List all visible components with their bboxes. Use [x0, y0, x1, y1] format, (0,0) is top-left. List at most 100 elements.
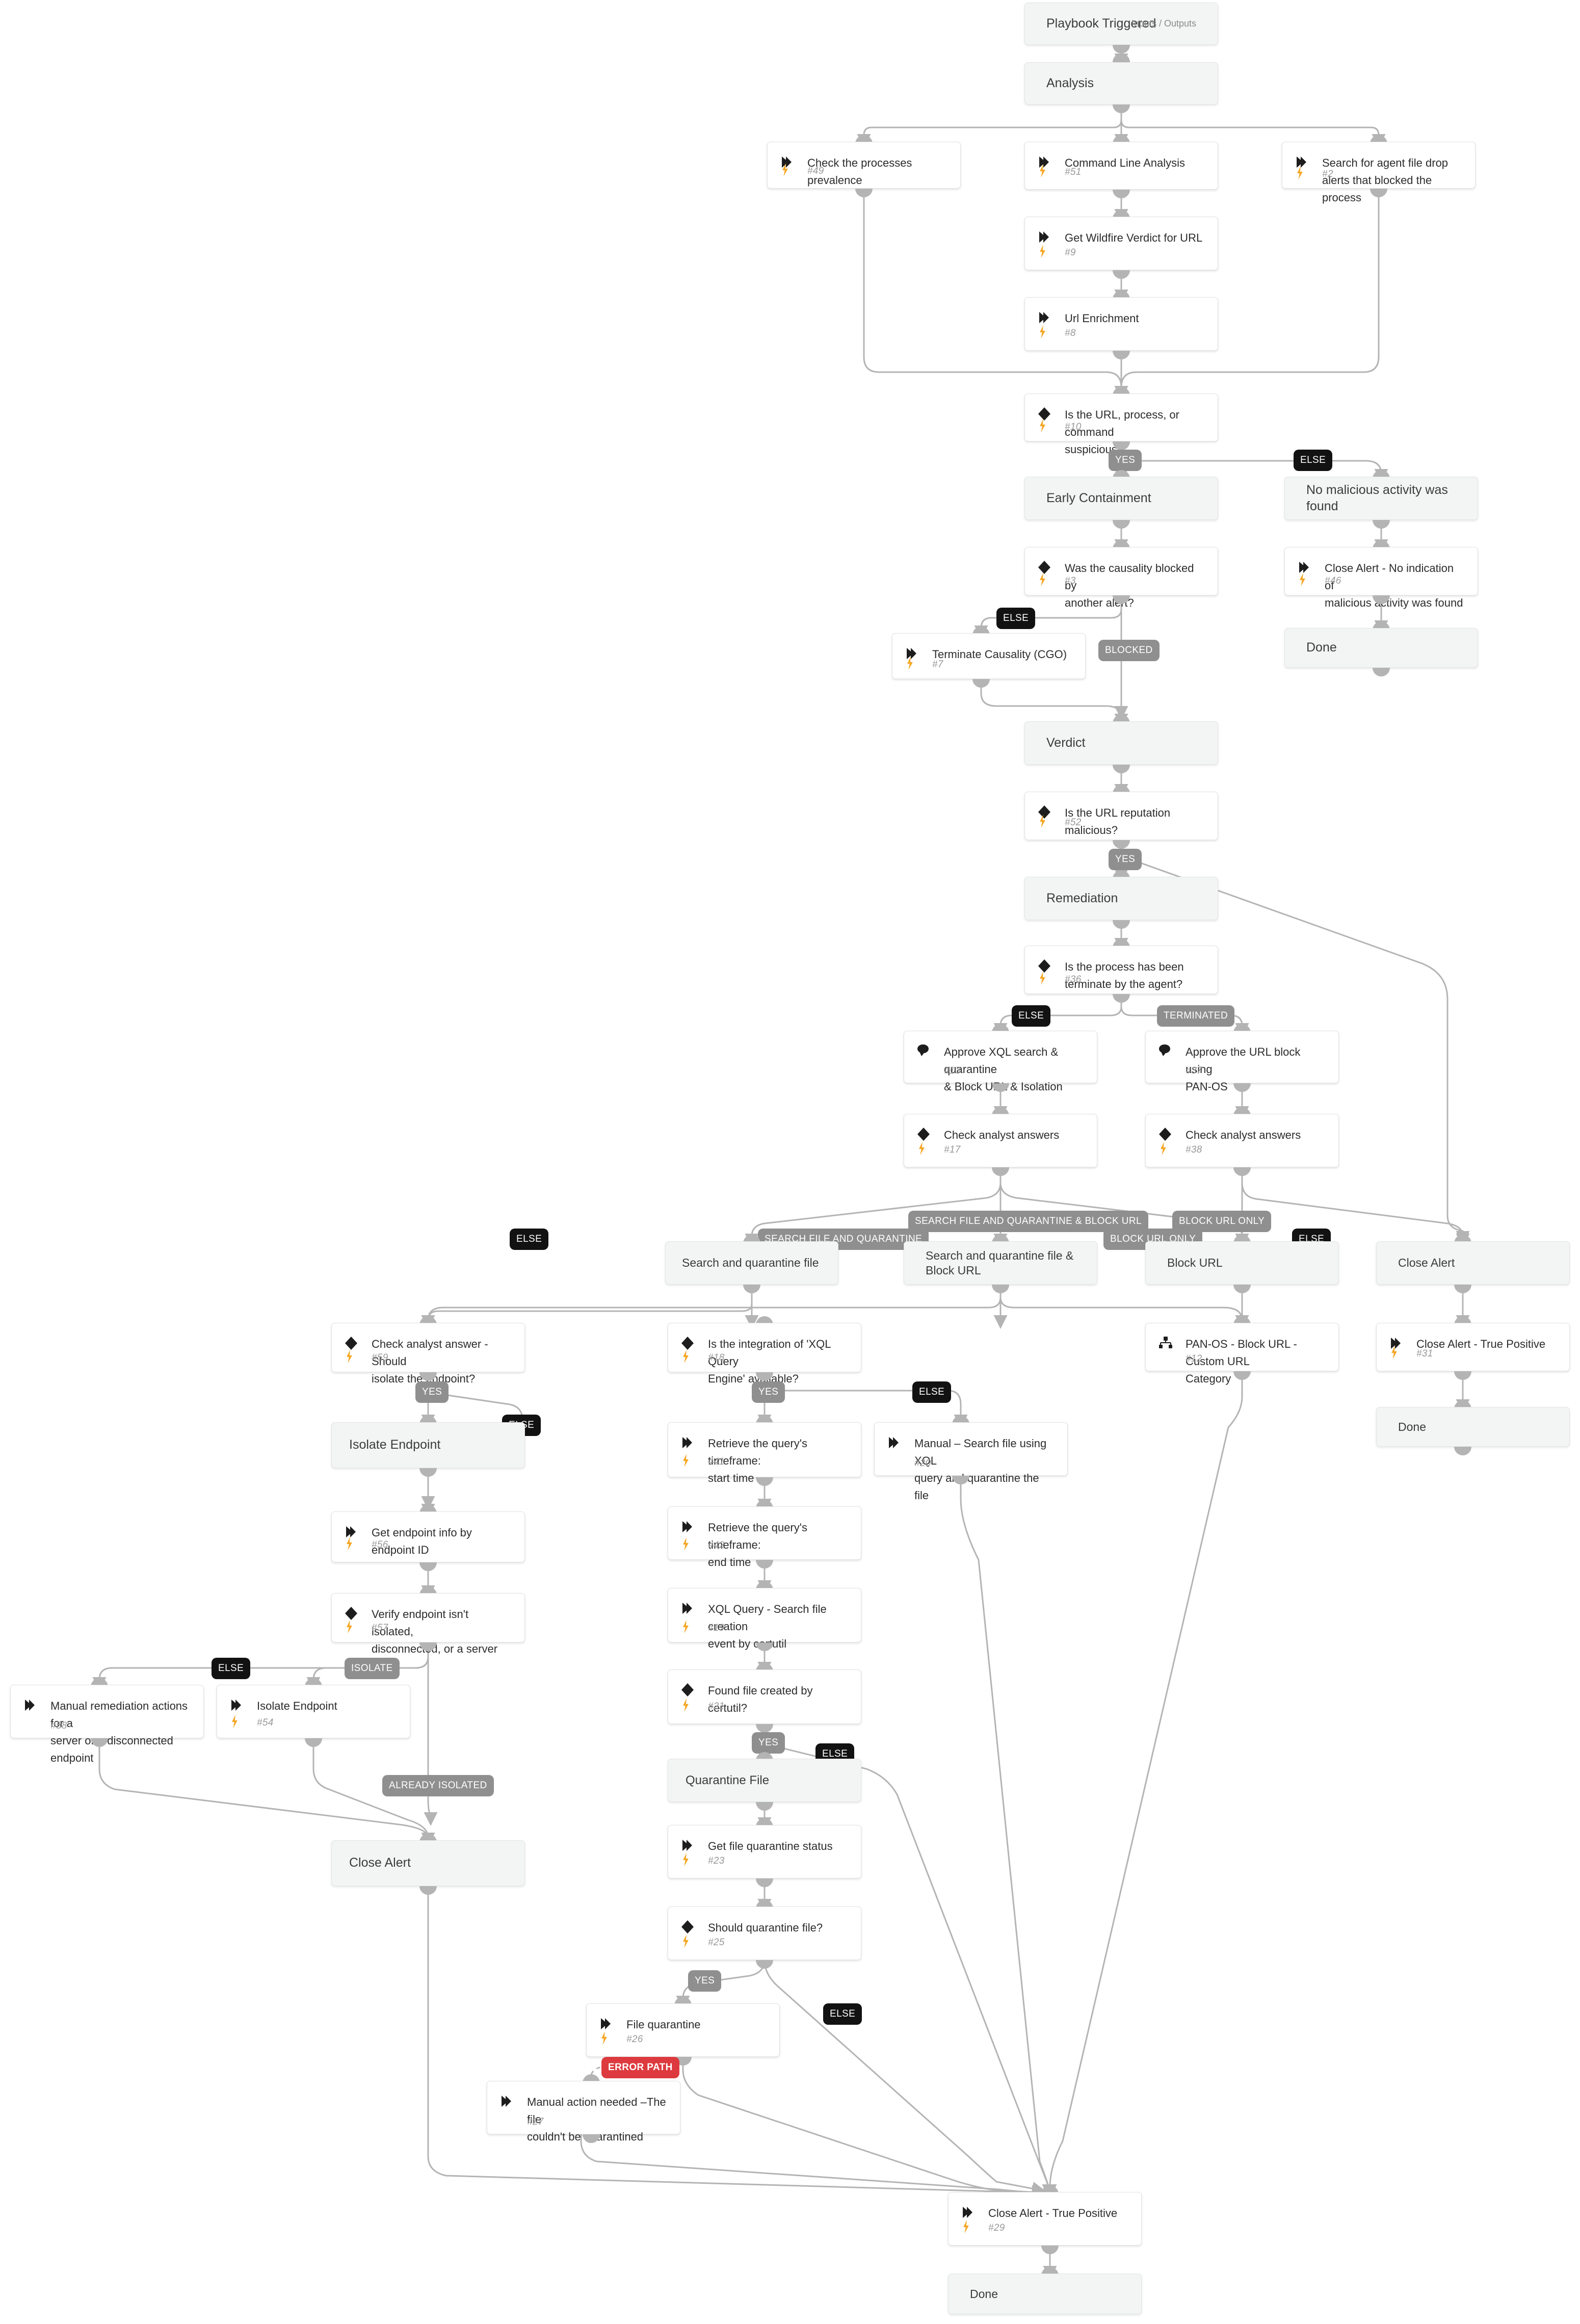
node-no-malicious-activity[interactable]: No malicious activity was found	[1284, 477, 1478, 520]
node-id: #49	[807, 165, 824, 176]
node-title: Search and quarantine file & Block URL	[926, 1248, 1074, 1277]
branch-label-else[interactable]: ELSE	[212, 1658, 251, 1679]
node-terminate-causality[interactable]: Terminate Causality (CGO) #7	[892, 633, 1086, 679]
node-verdict[interactable]: Verdict	[1024, 721, 1218, 765]
node-was-causality-blocked[interactable]: Was the causality blocked by another ale…	[1024, 547, 1218, 609]
node-should-quarantine-file[interactable]: Should quarantine file? #25	[668, 1907, 861, 1960]
connector-knob	[992, 1167, 1009, 1176]
node-isolate-endpoint-section[interactable]: Isolate Endpoint	[331, 1422, 525, 1468]
node-id: #52	[1065, 817, 1082, 828]
node-get-wildfire-verdict[interactable]: Get Wildfire Verdict for URL #9	[1024, 217, 1218, 270]
node-title: Manual remediation actions for a server …	[50, 1700, 188, 1765]
connector-knob	[756, 1960, 773, 1969]
branch-label-yes[interactable]: YES	[1109, 450, 1142, 471]
connector-knob	[1113, 765, 1130, 773]
branch-label-yes[interactable]: YES	[752, 1732, 785, 1754]
node-panos-block-url[interactable]: PAN-OS - Block URL - Custom URL Category…	[1145, 1323, 1339, 1385]
node-manual-remediation[interactable]: Manual remediation actions for a server …	[10, 1685, 204, 1764]
node-is-process-terminated[interactable]: Is the process has been terminate by the…	[1024, 946, 1218, 994]
node-id: #41	[708, 1456, 725, 1467]
connector-knob	[743, 1285, 760, 1293]
connector-knob	[1233, 1285, 1251, 1293]
node-id: #42	[708, 1539, 725, 1551]
bolt-icon	[1038, 164, 1065, 180]
node-retrieve-end-time[interactable]: Retrieve the query's timeframe: end time…	[668, 1506, 861, 1569]
node-get-endpoint-info[interactable]: Get endpoint info by endpoint ID #56	[331, 1511, 525, 1562]
branch-label-else[interactable]: ELSE	[823, 2003, 862, 2025]
node-playbook-triggered[interactable]: Playbook Triggered Inputs / Outputs	[1024, 3, 1218, 45]
node-title: Block URL	[1167, 1256, 1223, 1270]
branch-label-error-path[interactable]: ERROR PATH	[601, 2057, 679, 2078]
node-get-file-quarantine-status[interactable]: Get file quarantine status #23	[668, 1825, 861, 1878]
node-title: Is the process has been terminate by the…	[1065, 960, 1184, 991]
node-is-url-suspicious[interactable]: Is the URL, process, or command suspicio…	[1024, 394, 1218, 456]
node-check-analyst-answers-17[interactable]: Check analyst answers #17	[904, 1114, 1097, 1167]
node-retrieve-start-time[interactable]: Retrieve the query's timeframe: start ti…	[668, 1422, 861, 1484]
node-close-alert-no-indication[interactable]: Close Alert - No indication of malicious…	[1284, 547, 1478, 609]
branch-label-terminated[interactable]: TERMINATED	[1157, 1005, 1235, 1027]
node-check-analyst-answers-38[interactable]: Check analyst answers #38	[1145, 1114, 1339, 1167]
node-id: #59	[372, 1352, 388, 1363]
branch-label-already-isolated[interactable]: ALREADY ISOLATED	[382, 1775, 494, 1796]
branch-label-blocked[interactable]: BLOCKED	[1098, 640, 1160, 661]
node-done-c[interactable]: Done	[948, 2274, 1142, 2314]
branch-label-yes[interactable]: YES	[415, 1381, 449, 1403]
node-manual-search-xql[interactable]: Manual – Search file using XQL query and…	[874, 1422, 1068, 1502]
node-analysis[interactable]: Analysis	[1024, 62, 1218, 105]
branch-label-else[interactable]: ELSE	[1012, 1005, 1051, 1027]
bolt-icon	[781, 163, 807, 179]
node-check-processes-prevalence[interactable]: Check the processes prevalence #49	[767, 142, 961, 189]
connector-knob	[1113, 520, 1130, 529]
node-close-alert-true-positive-29[interactable]: Close Alert - True Positive #29	[948, 2192, 1142, 2245]
node-quarantine-file-section[interactable]: Quarantine File	[668, 1759, 861, 1802]
connector-knob	[1113, 351, 1130, 359]
node-is-url-reputation-malicious[interactable]: Is the URL reputation malicious? #52	[1024, 792, 1218, 840]
node-title: Check analyst answers	[1186, 1129, 1301, 1141]
branch-label-else[interactable]: ELSE	[996, 608, 1036, 629]
node-verify-endpoint[interactable]: Verify endpoint isn't isolated, disconne…	[331, 1593, 525, 1655]
connector-knob	[972, 679, 990, 688]
connector-knob	[1373, 668, 1390, 676]
node-close-alert-true-positive-31[interactable]: Close Alert - True Positive #31	[1376, 1323, 1570, 1371]
node-found-file-certutil[interactable]: Found file created by certutil? #21	[668, 1669, 861, 1724]
node-title: XQL Query - Search file creation event b…	[708, 1603, 827, 1651]
node-block-url[interactable]: Block URL	[1145, 1241, 1339, 1285]
branch-label-yes[interactable]: YES	[688, 1970, 722, 1992]
branch-label-else[interactable]: ELSE	[912, 1381, 952, 1403]
node-approve-url-block[interactable]: Approve the URL block using PAN-OS #37	[1145, 1031, 1339, 1093]
node-close-alert-section[interactable]: Close Alert	[1376, 1241, 1570, 1285]
command-icon	[681, 1519, 708, 1533]
node-xql-query-search[interactable]: XQL Query - Search file creation event b…	[668, 1588, 861, 1650]
node-approve-xql-search[interactable]: Approve XQL search & quarantine & Block …	[904, 1031, 1097, 1093]
node-command-line-analysis[interactable]: Command Line Analysis #51	[1024, 142, 1218, 190]
node-url-enrichment[interactable]: Url Enrichment #8	[1024, 297, 1218, 351]
branch-label-else[interactable]: ELSE	[510, 1229, 549, 1250]
branch-label-else[interactable]: ELSE	[1294, 450, 1333, 471]
node-title: Close Alert	[349, 1856, 411, 1870]
node-manual-action-needed[interactable]: Manual action needed –The file couldn't …	[487, 2081, 680, 2143]
node-early-containment[interactable]: Early Containment	[1024, 477, 1218, 520]
branch-label-yes[interactable]: YES	[1109, 849, 1142, 870]
branch-label-isolate[interactable]: ISOLATE	[345, 1658, 400, 1679]
command-icon	[888, 1435, 914, 1449]
bolt-icon	[681, 1620, 708, 1636]
node-title: Check analyst answer - Should isolate th…	[372, 1338, 488, 1386]
branch-label-yes[interactable]: YES	[752, 1381, 785, 1403]
node-done-b[interactable]: Done	[1376, 1407, 1570, 1447]
inputs-outputs-label[interactable]: Inputs / Outputs	[1131, 18, 1196, 29]
node-search-quarantine-block-url[interactable]: Search and quarantine file & Block URL	[904, 1241, 1097, 1285]
node-remediation[interactable]: Remediation	[1024, 877, 1218, 920]
node-file-quarantine[interactable]: File quarantine #26	[586, 2003, 780, 2057]
condition-icon	[345, 1336, 372, 1350]
node-search-and-quarantine-file[interactable]: Search and quarantine file	[665, 1241, 838, 1285]
node-done-a[interactable]: Done	[1284, 628, 1478, 668]
node-title: Isolate Endpoint	[257, 1700, 337, 1712]
node-check-analyst-isolate[interactable]: Check analyst answer - Should isolate th…	[331, 1323, 525, 1385]
node-is-xql-available[interactable]: Is the integration of 'XQL Query Engine'…	[668, 1323, 861, 1385]
node-isolate-endpoint-task[interactable]: Isolate Endpoint #54	[217, 1685, 410, 1738]
node-id: #9	[1065, 247, 1076, 258]
node-title: Command Line Analysis	[1065, 156, 1186, 169]
node-search-agent-file-drop[interactable]: Search for agent file drop alerts that b…	[1282, 142, 1476, 204]
node-id: #8	[1065, 327, 1076, 338]
node-close-alert-section-2[interactable]: Close Alert	[331, 1840, 525, 1886]
